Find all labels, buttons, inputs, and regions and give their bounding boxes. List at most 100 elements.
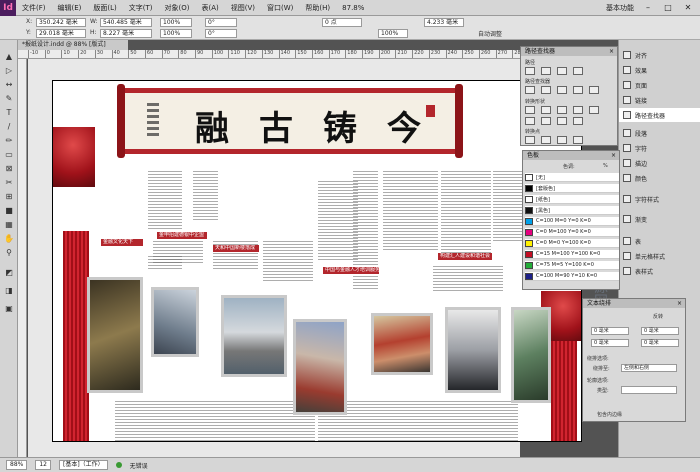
free-transform-tool-icon[interactable]: ⊞ xyxy=(3,192,15,202)
rectangle-tool-icon[interactable]: ▭ xyxy=(3,150,15,160)
ellipse-icon[interactable] xyxy=(589,106,599,114)
triangle-icon[interactable] xyxy=(525,117,535,125)
contour-type-select[interactable] xyxy=(621,386,677,394)
note-tool-icon[interactable]: ▦ xyxy=(3,220,15,230)
page-tool-icon[interactable]: ↔ xyxy=(3,80,15,90)
open-path-icon[interactable] xyxy=(541,67,551,75)
offset-right-field[interactable]: 0 毫米 xyxy=(641,339,679,347)
document-tab[interactable]: *报纸设计.indd @ 88% [版式] xyxy=(18,40,128,50)
rectangle-frame-tool-icon[interactable]: ⊠ xyxy=(3,164,15,174)
photo-performers[interactable] xyxy=(371,313,433,375)
pencil-tool-icon[interactable]: ✏ xyxy=(3,136,15,146)
swatch-row[interactable]: C=15 M=100 Y=100 K=0 xyxy=(525,250,619,259)
photo-street[interactable] xyxy=(293,319,347,415)
panel-pages[interactable]: 页面 xyxy=(619,78,700,92)
y-field[interactable]: 29.018 毫米 xyxy=(36,29,86,38)
scissors-tool-icon[interactable]: ✂ xyxy=(3,178,15,188)
rotate-field[interactable]: 0° xyxy=(205,18,237,27)
direct-selection-tool-icon[interactable]: ▷ xyxy=(3,66,15,76)
offset-top-field[interactable]: 0 毫米 xyxy=(591,327,629,335)
smooth-point-icon[interactable] xyxy=(557,136,567,144)
opacity-field[interactable]: 100% xyxy=(378,29,408,38)
swatch-row[interactable]: C=75 M=5 Y=100 K=0 xyxy=(525,261,619,270)
menu-edit[interactable]: 编辑(E) xyxy=(52,3,88,13)
pathfinder-panel-header[interactable]: 路径查找器 × xyxy=(521,47,617,56)
minus-back-icon[interactable] xyxy=(589,86,599,94)
tint-value[interactable]: % xyxy=(603,163,608,169)
zoom-level[interactable]: 87.8% xyxy=(336,4,370,12)
line-tool-icon[interactable]: / xyxy=(3,122,15,132)
x-field[interactable]: 350.242 毫米 xyxy=(36,18,86,27)
vertical-ruler[interactable] xyxy=(18,59,27,457)
swatch-row[interactable]: [纸色] xyxy=(525,195,619,204)
zoom-tool-icon[interactable]: ⚲ xyxy=(3,248,15,258)
panel-close-icon[interactable]: × xyxy=(677,299,685,308)
inverse-rounded-icon[interactable] xyxy=(573,106,583,114)
calligraphy-scroll[interactable]: 融古铸今 xyxy=(117,84,463,158)
swatch-row[interactable]: C=100 M=90 Y=10 K=0 xyxy=(525,272,619,281)
add-shape-icon[interactable] xyxy=(525,86,535,94)
status-zoom[interactable]: 88% xyxy=(6,460,28,470)
subtract-shape-icon[interactable] xyxy=(541,86,551,94)
menu-file[interactable]: 文件(F) xyxy=(16,3,52,13)
menu-object[interactable]: 对象(O) xyxy=(159,3,196,13)
screen-mode-icon[interactable]: ▣ xyxy=(3,304,15,314)
plain-point-icon[interactable] xyxy=(525,136,535,144)
rectangle-shape-icon[interactable] xyxy=(525,106,535,114)
swatches-panel-header[interactable]: 色板 × xyxy=(523,151,619,160)
panel-table-styles[interactable]: 表样式 xyxy=(619,264,700,278)
pen-tool-icon[interactable]: ✎ xyxy=(3,94,15,104)
panel-stroke[interactable]: 描边 xyxy=(619,156,700,170)
maximize-icon[interactable]: □ xyxy=(662,3,674,12)
bevel-rect-icon[interactable] xyxy=(557,106,567,114)
minimize-icon[interactable]: – xyxy=(642,3,654,12)
include-inside-checkbox[interactable]: 包含内边缘 xyxy=(597,411,622,418)
menu-view[interactable]: 视图(V) xyxy=(225,3,261,13)
close-icon[interactable]: ✕ xyxy=(682,3,694,12)
page-number-field[interactable]: 12 xyxy=(35,460,51,470)
symmetric-point-icon[interactable] xyxy=(573,136,583,144)
panel-character[interactable]: 字符 xyxy=(619,141,700,155)
offset-left-field[interactable]: 0 毫米 xyxy=(641,327,679,335)
gradient-tool-icon[interactable]: ■ xyxy=(3,206,15,216)
h-field[interactable]: 8.227 毫米 xyxy=(100,29,152,38)
menu-layout[interactable]: 版面(L) xyxy=(87,3,122,13)
swatch-row[interactable]: C=100 M=0 Y=0 K=0 xyxy=(525,217,619,226)
master-page-select[interactable]: [基本]（工作） xyxy=(58,460,108,470)
swap-fill-stroke-icon[interactable]: ◨ xyxy=(3,286,15,296)
close-path-icon[interactable] xyxy=(557,67,567,75)
hand-tool-icon[interactable]: ✋ xyxy=(3,234,15,244)
exclude-shape-icon[interactable] xyxy=(573,86,583,94)
photo-hall[interactable] xyxy=(87,277,143,393)
w-field[interactable]: 540.485 毫米 xyxy=(100,18,152,27)
corner-point-icon[interactable] xyxy=(541,136,551,144)
menu-type[interactable]: 文字(T) xyxy=(123,3,159,13)
panel-pathfinder[interactable]: 路径查找器 xyxy=(619,108,700,122)
shear-field[interactable]: 0° xyxy=(205,29,237,38)
menu-table[interactable]: 表(A) xyxy=(196,3,225,13)
autofit-checkbox[interactable]: 自动调整 xyxy=(478,29,502,38)
text-wrap-panel-header[interactable]: 文本绕排 × xyxy=(583,299,685,308)
offset-bottom-field[interactable]: 0 毫米 xyxy=(591,339,629,347)
swatch-row[interactable]: [无] xyxy=(525,173,619,182)
horizontal-ruler[interactable]: -10 0 10 20 30 40 50 60 70 80 90 100 110 120 130 140 150… xyxy=(18,50,520,59)
panel-close-icon[interactable]: × xyxy=(611,151,619,160)
selection-tool-icon[interactable]: ▲ xyxy=(3,52,15,62)
wrap-to-select[interactable]: 左侧和右侧 xyxy=(621,364,677,372)
orthogonal-line-icon[interactable] xyxy=(573,117,583,125)
panel-color[interactable]: 颜色 xyxy=(619,171,700,185)
reverse-path-icon[interactable] xyxy=(573,67,583,75)
menu-window[interactable]: 窗口(W) xyxy=(261,3,299,13)
panel-gradient[interactable]: 渐变 xyxy=(619,212,700,226)
panel-links[interactable]: 链接 xyxy=(619,93,700,107)
swatch-row[interactable]: [黑色] xyxy=(525,206,619,215)
panel-table[interactable]: 表 xyxy=(619,234,700,248)
intersect-shape-icon[interactable] xyxy=(557,86,567,94)
photo-meeting[interactable] xyxy=(151,287,199,357)
preflight-status[interactable]: 无错误 xyxy=(130,461,148,470)
panel-paragraph[interactable]: 段落 xyxy=(619,126,700,140)
fill-stroke-icon[interactable]: ◩ xyxy=(3,268,15,278)
invert-checkbox[interactable]: 反转 xyxy=(653,313,663,320)
polygon-icon[interactable] xyxy=(541,117,551,125)
panel-align[interactable]: 对齐 xyxy=(619,48,700,62)
